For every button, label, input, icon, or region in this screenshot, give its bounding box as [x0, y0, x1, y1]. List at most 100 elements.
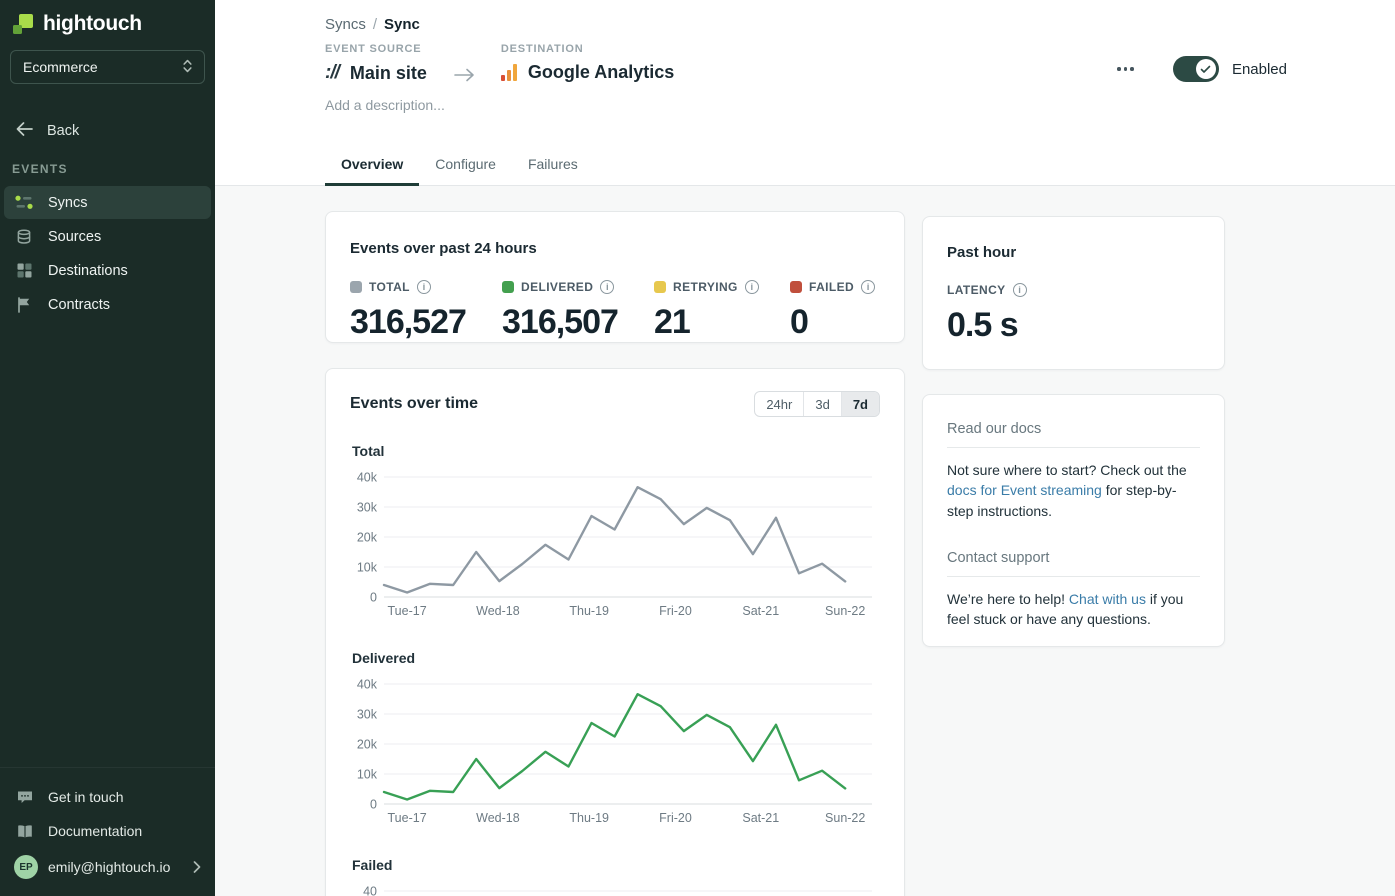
svg-text:Wed-18: Wed-18 [476, 604, 520, 618]
account-email: emily@hightouch.io [48, 859, 170, 875]
toggle-knob [1196, 59, 1216, 79]
workspace-selector[interactable]: Ecommerce [10, 50, 205, 84]
failed-line-chart: 40 [350, 881, 880, 896]
event-source-label: EVENT SOURCE [325, 43, 427, 55]
info-icon[interactable] [861, 280, 875, 294]
sidebar-item-label: Syncs [48, 195, 88, 211]
header-controls: Enabled [1109, 56, 1287, 82]
info-icon[interactable] [745, 280, 759, 294]
tab-configure[interactable]: Configure [419, 145, 512, 185]
arrow-right-icon [453, 67, 475, 83]
sidebar-nav: Syncs Sources Destinations Contracts [0, 185, 215, 322]
syncs-icon [15, 195, 33, 210]
breadcrumb: Syncs / Sync [215, 0, 1395, 33]
time-range-selector: 24hr 3d 7d [754, 391, 880, 417]
failed-value: 0 [790, 303, 880, 342]
app-root: hightouch Ecommerce Back EVENTS Syncs [0, 0, 1395, 896]
event-source-block: EVENT SOURCE :// Main site [325, 43, 427, 84]
metric-delivered: DELIVERED 316,507 [502, 280, 654, 342]
delivered-label: DELIVERED [521, 280, 593, 294]
read-docs-title: Read our docs [947, 421, 1200, 437]
info-icon[interactable] [1013, 283, 1027, 297]
documentation-button[interactable]: Documentation [0, 814, 215, 848]
sidebar: hightouch Ecommerce Back EVENTS Syncs [0, 0, 215, 896]
metric-failed: FAILED 0 [790, 280, 880, 342]
range-24hr-button[interactable]: 24hr [755, 392, 803, 416]
tab-bar: Overview Configure Failures [215, 145, 1395, 186]
svg-text:Tue-17: Tue-17 [388, 811, 427, 825]
destination-name[interactable]: Google Analytics [528, 62, 674, 83]
past-hour-title: Past hour [947, 244, 1200, 261]
read-docs-section: Read our docs Not sure where to start? C… [947, 421, 1200, 521]
description-placeholder[interactable]: Add a description... [215, 97, 1395, 113]
events-over-time-card: Events over time 24hr 3d 7d Total 010k20… [325, 368, 905, 896]
svg-text:40k: 40k [357, 678, 378, 692]
sidebar-item-syncs[interactable]: Syncs [4, 186, 211, 219]
event-streaming-docs-link[interactable]: docs for Event streaming [947, 482, 1102, 498]
docs-text-part: Not sure where to start? Check out the [947, 462, 1187, 478]
more-options-button[interactable] [1109, 61, 1142, 77]
failed-swatch [790, 281, 802, 293]
delivered-swatch [502, 281, 514, 293]
event-source-name[interactable]: Main site [350, 63, 427, 84]
svg-text:30k: 30k [357, 708, 378, 722]
svg-text:Sun-22: Sun-22 [825, 604, 865, 618]
get-in-touch-label: Get in touch [48, 789, 124, 805]
enabled-toggle[interactable] [1173, 56, 1219, 82]
read-docs-text: Not sure where to start? Check out the d… [947, 460, 1200, 521]
sidebar-item-contracts[interactable]: Contracts [4, 288, 211, 321]
delivered-value: 316,507 [502, 303, 654, 342]
svg-text:10k: 10k [357, 768, 378, 782]
chat-with-us-link[interactable]: Chat with us [1069, 591, 1146, 607]
sidebar-item-label: Contracts [48, 297, 110, 313]
sidebar-footer: Get in touch Documentation EP emily@high… [0, 767, 215, 896]
hightouch-logo-icon [12, 13, 34, 35]
get-in-touch-button[interactable]: Get in touch [0, 780, 215, 814]
divider [947, 447, 1200, 448]
logo-text: hightouch [43, 12, 142, 36]
failed-chart-section: Failed 40 [350, 857, 880, 896]
documentation-label: Documentation [48, 823, 142, 839]
destination-block: DESTINATION Google Analytics [501, 43, 674, 83]
page-header: Syncs / Sync EVENT SOURCE :// Main site … [215, 0, 1395, 186]
tab-failures[interactable]: Failures [512, 145, 594, 185]
svg-text:20k: 20k [357, 531, 378, 545]
svg-text:Sun-22: Sun-22 [825, 811, 865, 825]
info-icon[interactable] [417, 280, 431, 294]
hightouch-logo[interactable]: hightouch [0, 0, 215, 50]
breadcrumb-current: Sync [384, 16, 420, 33]
svg-text:Tue-17: Tue-17 [388, 604, 427, 618]
metrics-row: TOTAL 316,527 DELIVERED 316,507 [350, 280, 880, 342]
chevron-right-icon [193, 861, 201, 873]
google-analytics-icon [501, 64, 517, 81]
events-24h-card: Events over past 24 hours TOTAL 316,527 [325, 211, 905, 343]
support-text-part: We’re here to help! [947, 591, 1069, 607]
account-menu[interactable]: EP emily@hightouch.io [0, 848, 215, 886]
back-button[interactable]: Back [0, 120, 215, 142]
svg-text:0: 0 [370, 798, 377, 812]
svg-text:0: 0 [370, 591, 377, 605]
book-icon [16, 824, 34, 839]
svg-text:Thu-19: Thu-19 [569, 811, 609, 825]
database-icon [15, 229, 33, 245]
contact-support-title: Contact support [947, 550, 1200, 566]
sidebar-item-sources[interactable]: Sources [4, 220, 211, 253]
range-3d-button[interactable]: 3d [803, 392, 840, 416]
info-icon[interactable] [600, 280, 614, 294]
sidebar-item-label: Destinations [48, 263, 128, 279]
enabled-toggle-label: Enabled [1232, 61, 1287, 78]
workspace-selector-value: Ecommerce [23, 59, 98, 75]
svg-text:40: 40 [363, 885, 377, 896]
content-right-column: Past hour LATENCY 0.5 s Read our docs No… [922, 216, 1225, 896]
breadcrumb-syncs-link[interactable]: Syncs [325, 16, 366, 33]
total-line-chart: 010k20k30k40kTue-17Wed-18Thu-19Fri-20Sat… [350, 467, 880, 624]
tab-overview[interactable]: Overview [325, 145, 419, 185]
contact-support-text: We’re here to help! Chat with us if you … [947, 589, 1200, 630]
svg-text:Fri-20: Fri-20 [659, 811, 692, 825]
destination-label: DESTINATION [501, 43, 674, 55]
help-card: Read our docs Not sure where to start? C… [922, 394, 1225, 647]
svg-text:40k: 40k [357, 471, 378, 485]
svg-text:Sat-21: Sat-21 [742, 604, 779, 618]
sidebar-item-destinations[interactable]: Destinations [4, 254, 211, 287]
range-7d-button[interactable]: 7d [841, 392, 879, 416]
